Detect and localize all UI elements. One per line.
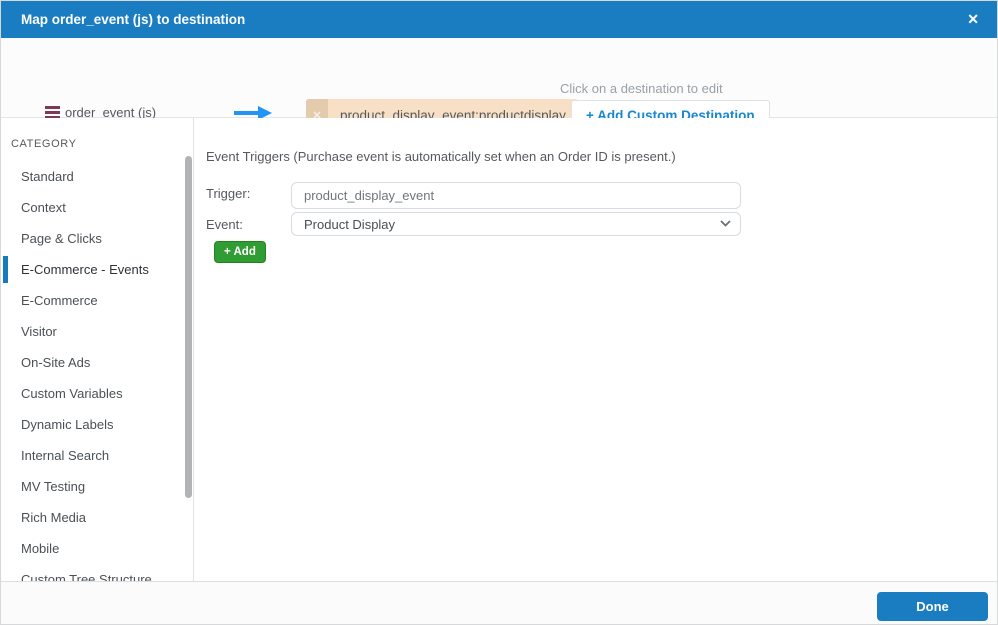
event-triggers-description: Event Triggers (Purchase event is automa… [206,149,676,164]
sidebar-item-mv-testing[interactable]: MV Testing [1,471,193,502]
category-heading: CATEGORY [11,138,77,150]
sidebar-scrollbar-thumb[interactable] [185,156,192,498]
sidebar-item-e-commerce-events[interactable]: E-Commerce - Events [1,254,193,285]
destination-hint-text: Click on a destination to edit [560,81,723,96]
sidebar-item-custom-variables[interactable]: Custom Variables [1,378,193,409]
category-sidebar: CATEGORY StandardContextPage & ClicksE-C… [1,118,194,581]
sidebar-item-rich-media[interactable]: Rich Media [1,502,193,533]
sidebar-item-dynamic-labels[interactable]: Dynamic Labels [1,409,193,440]
modal-title: Map order_event (js) to destination [21,1,245,38]
event-select-wrap: Product Display [291,212,741,236]
sidebar-item-mobile[interactable]: Mobile [1,533,193,564]
modal-header: Map order_event (js) to destination ✕ [1,1,997,38]
sidebar-item-page-clicks[interactable]: Page & Clicks [1,223,193,254]
category-list: StandardContextPage & ClicksE-Commerce -… [1,161,193,581]
destination-bar: order_event (js) ✕ product_display_event… [1,38,997,118]
sidebar-item-internal-search[interactable]: Internal Search [1,440,193,471]
sidebar-item-context[interactable]: Context [1,192,193,223]
sidebar-item-standard[interactable]: Standard [1,161,193,192]
close-icon[interactable]: ✕ [963,1,983,38]
trigger-input[interactable] [291,182,741,209]
trigger-label: Trigger: [206,186,250,201]
done-button[interactable]: Done [877,592,988,621]
event-label: Event: [206,217,243,232]
sidebar-item-custom-tree-structure[interactable]: Custom Tree Structure [1,564,193,581]
modal-footer: Done [1,581,997,625]
add-trigger-button[interactable]: + Add [214,241,266,263]
sidebar-item-visitor[interactable]: Visitor [1,316,193,347]
sidebar-item-e-commerce[interactable]: E-Commerce [1,285,193,316]
event-select[interactable]: Product Display [291,212,741,236]
sidebar-item-on-site-ads[interactable]: On-Site Ads [1,347,193,378]
map-destination-modal: Map order_event (js) to destination ✕ or… [0,0,998,625]
